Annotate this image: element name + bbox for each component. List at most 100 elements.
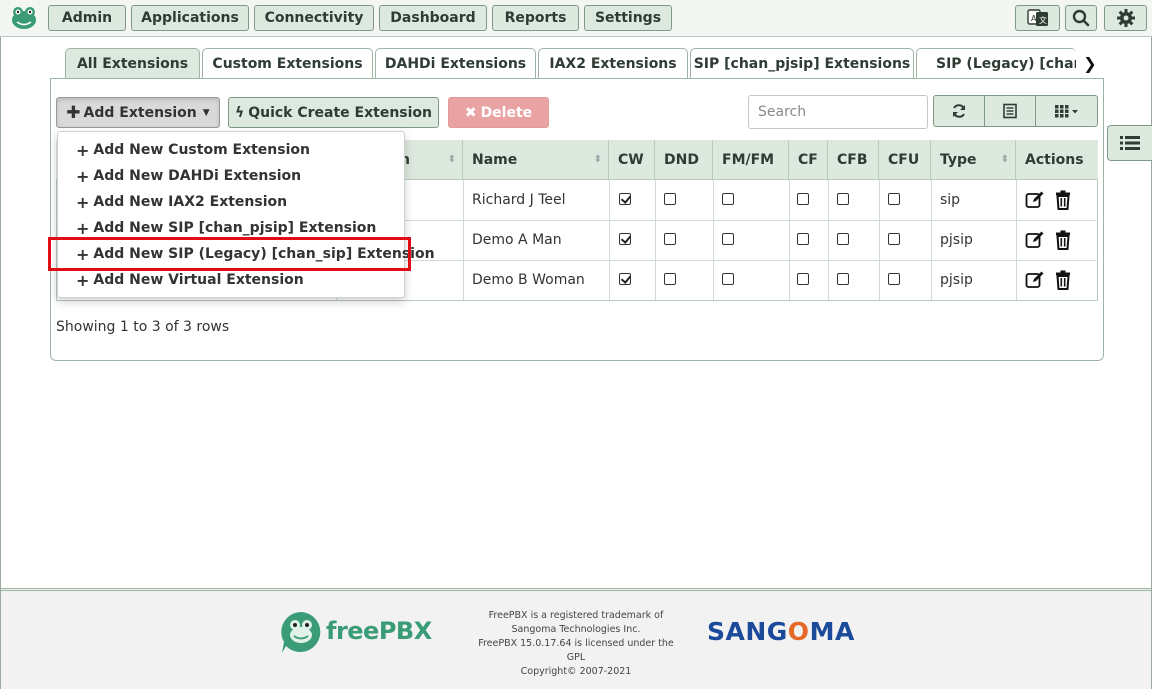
tab-custom-extensions[interactable]: Custom Extensions [202,48,373,79]
table-header-dnd[interactable]: DND [655,140,713,180]
menu-item-label: Add New Virtual Extension [93,272,304,288]
checkbox-dnd[interactable] [664,273,676,285]
search-icon[interactable] [1065,5,1097,31]
col-divider [1016,180,1017,300]
table-header-fmfm[interactable]: FM/FM [713,140,789,180]
menu-item-add-dahdi-extension[interactable]: + Add New DAHDi Extension [76,164,301,188]
trash-icon[interactable] [1054,230,1074,250]
svg-text:文: 文 [1039,15,1047,25]
bolt-icon: ϟ [234,104,245,121]
add-extension-button[interactable]: ✚ Add Extension ▼ [56,97,220,128]
sort-icon: ⬍ [593,154,602,165]
col-divider [655,180,656,300]
quick-create-label: Quick Create Extension [248,104,433,121]
cell-name: Richard J Teel [472,192,566,208]
tab-iax2-extensions[interactable]: IAX2 Extensions [538,48,688,79]
plus-icon: + [76,166,90,186]
menu-item-label: Add New Custom Extension [93,142,310,158]
menu-item-label: Add New DAHDi Extension [93,168,302,184]
sangoma-o-icon: O [787,617,810,646]
checkbox-cfb[interactable] [837,273,849,285]
menu-item-add-iax2-extension[interactable]: + Add New IAX2 Extension [76,190,287,214]
nav-connectivity[interactable]: Connectivity [254,5,374,31]
svg-text:A: A [1031,14,1037,23]
plus-icon: ✚ [66,102,81,123]
checkbox-fmfm[interactable] [722,273,734,285]
col-label: CFB [837,151,868,168]
freepbx-logo-icon [278,609,324,655]
close-icon: ✖ [464,104,477,121]
search-input[interactable] [748,95,928,129]
footer-line: Sangoma Technologies Inc. [511,624,641,635]
menu-item-add-custom-extension[interactable]: + Add New Custom Extension [76,138,310,162]
trash-icon[interactable] [1054,190,1074,210]
quick-create-extension-button[interactable]: ϟ Quick Create Extension [228,97,439,128]
col-divider [879,180,880,300]
col-divider [828,180,829,300]
columns-icon[interactable] [1035,95,1098,127]
checkbox-cfu[interactable] [888,233,900,245]
sidebar-toggle-list-icon[interactable] [1107,125,1152,161]
tab-sip-pjsip-extensions[interactable]: SIP [chan_pjsip] Extensions [690,48,914,79]
table-header-cf[interactable]: CF [789,140,828,180]
checkbox-cw[interactable] [619,233,631,245]
col-label: Actions [1025,151,1084,168]
add-extension-label: Add Extension [83,104,197,121]
edit-icon[interactable] [1025,190,1045,210]
freepbx-logo-icon[interactable] [8,4,40,32]
checkbox-cfb[interactable] [837,233,849,245]
tab-all-extensions[interactable]: All Extensions [65,48,200,79]
top-navbar: Admin Applications Connectivity Dashboar… [0,0,1152,37]
nav-applications[interactable]: Applications [131,5,249,31]
trash-icon[interactable] [1054,270,1074,290]
menu-item-label: Add New SIP [chan_pjsip] Extension [93,220,377,236]
checkbox-cw[interactable] [619,273,631,285]
table-header-cfb[interactable]: CFB [828,140,879,180]
col-label: DND [664,151,699,168]
col-label: CFU [888,151,920,168]
nav-admin[interactable]: Admin [48,5,126,31]
refresh-icon[interactable] [933,95,985,127]
checkbox-fmfm[interactable] [722,193,734,205]
table-header-cfu[interactable]: CFU [879,140,931,180]
checkbox-dnd[interactable] [664,233,676,245]
tab-dahdi-extensions[interactable]: DAHDi Extensions [375,48,536,79]
col-label: CW [618,151,644,168]
checkbox-cf[interactable] [797,233,809,245]
plus-icon: + [76,218,90,238]
nav-settings[interactable]: Settings [584,5,672,31]
plus-icon: + [76,192,90,212]
tab-divider [50,78,1104,79]
list-view-icon[interactable] [984,95,1036,127]
sangoma-text-right: MA [809,617,855,646]
col-label: Name [472,151,518,168]
delete-label: Delete [480,104,533,121]
table-header-cw[interactable]: CW [609,140,655,180]
menu-item-add-virtual-extension[interactable]: + Add New Virtual Extension [76,268,304,292]
plus-icon: + [76,140,90,160]
checkbox-cf[interactable] [797,273,809,285]
nav-reports[interactable]: Reports [492,5,579,31]
language-icon[interactable]: A 文 [1015,5,1060,31]
checkbox-dnd[interactable] [664,193,676,205]
footer-line: Copyright© 2007-2021 [520,666,632,677]
delete-button[interactable]: ✖ Delete [448,97,549,128]
checkbox-cfb[interactable] [837,193,849,205]
tab-sip-legacy-extensions[interactable]: SIP (Legacy) [chan_sip] Extensions [916,48,1076,79]
cell-type: pjsip [940,232,973,248]
nav-dashboard[interactable]: Dashboard [379,5,487,31]
chevron-right-icon[interactable]: ❯ [1082,52,1098,74]
table-header-name[interactable]: Name ⬍ [463,140,609,180]
col-label: CF [798,151,818,168]
sangoma-logo: SANGOMA [707,617,855,646]
checkbox-cfu[interactable] [888,273,900,285]
checkbox-fmfm[interactable] [722,233,734,245]
gear-icon[interactable] [1104,5,1147,31]
table-header-type[interactable]: Type ⬍ [931,140,1016,180]
checkbox-cw[interactable] [619,193,631,205]
checkbox-cf[interactable] [797,193,809,205]
edit-icon[interactable] [1025,230,1045,250]
checkbox-cfu[interactable] [888,193,900,205]
cell-name: Demo B Woman [472,272,585,288]
edit-icon[interactable] [1025,270,1045,290]
